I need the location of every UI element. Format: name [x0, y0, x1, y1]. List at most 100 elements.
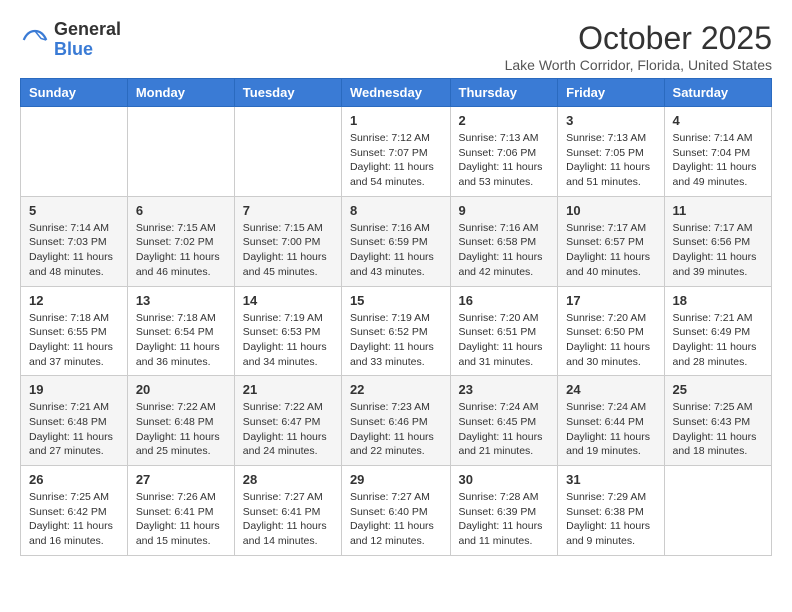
day-number: 9: [459, 203, 550, 218]
day-info: Sunrise: 7:21 AM Sunset: 6:48 PM Dayligh…: [29, 400, 119, 459]
day-number: 22: [350, 382, 442, 397]
day-info: Sunrise: 7:19 AM Sunset: 6:53 PM Dayligh…: [243, 311, 333, 370]
day-info: Sunrise: 7:15 AM Sunset: 7:00 PM Dayligh…: [243, 221, 333, 280]
logo: General Blue: [20, 20, 121, 60]
day-number: 21: [243, 382, 333, 397]
calendar-cell: 5 Sunrise: 7:14 AM Sunset: 7:03 PM Daylig…: [21, 196, 128, 286]
day-number: 8: [350, 203, 442, 218]
calendar-cell: [127, 107, 234, 197]
calendar-header-row: SundayMondayTuesdayWednesdayThursdayFrid…: [21, 79, 772, 107]
day-number: 14: [243, 293, 333, 308]
day-number: 11: [673, 203, 763, 218]
day-number: 15: [350, 293, 442, 308]
calendar-cell: 30 Sunrise: 7:28 AM Sunset: 6:39 PM Dayli…: [450, 466, 558, 556]
column-header-tuesday: Tuesday: [234, 79, 341, 107]
day-info: Sunrise: 7:22 AM Sunset: 6:47 PM Dayligh…: [243, 400, 333, 459]
calendar-cell: 21 Sunrise: 7:22 AM Sunset: 6:47 PM Dayli…: [234, 376, 341, 466]
day-info: Sunrise: 7:19 AM Sunset: 6:52 PM Dayligh…: [350, 311, 442, 370]
day-info: Sunrise: 7:21 AM Sunset: 6:49 PM Dayligh…: [673, 311, 763, 370]
day-info: Sunrise: 7:20 AM Sunset: 6:50 PM Dayligh…: [566, 311, 655, 370]
title-block: October 2025 Lake Worth Corridor, Florid…: [505, 20, 772, 73]
column-header-wednesday: Wednesday: [341, 79, 450, 107]
calendar-cell: 3 Sunrise: 7:13 AM Sunset: 7:05 PM Daylig…: [558, 107, 664, 197]
day-number: 29: [350, 472, 442, 487]
day-info: Sunrise: 7:26 AM Sunset: 6:41 PM Dayligh…: [136, 490, 226, 549]
logo-icon: [20, 25, 50, 55]
calendar-cell: 10 Sunrise: 7:17 AM Sunset: 6:57 PM Dayli…: [558, 196, 664, 286]
calendar-cell: 24Sunrise: 7:24 AM Sunset: 6:44 PM Dayli…: [558, 376, 664, 466]
day-info: Sunrise: 7:13 AM Sunset: 7:05 PM Dayligh…: [566, 131, 655, 190]
day-number: 1: [350, 113, 442, 128]
calendar-week-row: 12Sunrise: 7:18 AM Sunset: 6:55 PM Dayli…: [21, 286, 772, 376]
day-number: 28: [243, 472, 333, 487]
day-number: 2: [459, 113, 550, 128]
day-info: Sunrise: 7:20 AM Sunset: 6:51 PM Dayligh…: [459, 311, 550, 370]
day-number: 16: [459, 293, 550, 308]
day-info: Sunrise: 7:12 AM Sunset: 7:07 PM Dayligh…: [350, 131, 442, 190]
day-number: 4: [673, 113, 763, 128]
calendar-cell: 13 Sunrise: 7:18 AM Sunset: 6:54 PM Dayli…: [127, 286, 234, 376]
page-header: General Blue October 2025 Lake Worth Cor…: [10, 10, 782, 78]
day-info: Sunrise: 7:25 AM Sunset: 6:43 PM Dayligh…: [673, 400, 763, 459]
day-number: 3: [566, 113, 655, 128]
day-number: 19: [29, 382, 119, 397]
column-header-monday: Monday: [127, 79, 234, 107]
day-info: Sunrise: 7:14 AM Sunset: 7:03 PM Dayligh…: [29, 221, 119, 280]
calendar-cell: 2Sunrise: 7:13 AM Sunset: 7:06 PM Daylig…: [450, 107, 558, 197]
calendar-cell: 4 Sunrise: 7:14 AM Sunset: 7:04 PM Daylig…: [664, 107, 771, 197]
calendar-cell: 18Sunrise: 7:21 AM Sunset: 6:49 PM Dayli…: [664, 286, 771, 376]
logo-blue: Blue: [54, 40, 121, 60]
calendar-cell: 14 Sunrise: 7:19 AM Sunset: 6:53 PM Dayli…: [234, 286, 341, 376]
calendar-cell: 29 Sunrise: 7:27 AM Sunset: 6:40 PM Dayli…: [341, 466, 450, 556]
day-number: 24: [566, 382, 655, 397]
day-number: 23: [459, 382, 550, 397]
calendar-cell: 20 Sunrise: 7:22 AM Sunset: 6:48 PM Dayli…: [127, 376, 234, 466]
calendar-cell: 26 Sunrise: 7:25 AM Sunset: 6:42 PM Dayli…: [21, 466, 128, 556]
day-info: Sunrise: 7:28 AM Sunset: 6:39 PM Dayligh…: [459, 490, 550, 549]
day-number: 25: [673, 382, 763, 397]
column-header-sunday: Sunday: [21, 79, 128, 107]
day-number: 17: [566, 293, 655, 308]
day-info: Sunrise: 7:15 AM Sunset: 7:02 PM Dayligh…: [136, 221, 226, 280]
month-title: October 2025: [505, 20, 772, 57]
calendar-week-row: 5 Sunrise: 7:14 AM Sunset: 7:03 PM Daylig…: [21, 196, 772, 286]
day-number: 13: [136, 293, 226, 308]
logo-text: General Blue: [54, 20, 121, 60]
calendar-cell: 25 Sunrise: 7:25 AM Sunset: 6:43 PM Dayli…: [664, 376, 771, 466]
day-number: 5: [29, 203, 119, 218]
calendar-week-row: 19 Sunrise: 7:21 AM Sunset: 6:48 PM Dayli…: [21, 376, 772, 466]
day-info: Sunrise: 7:14 AM Sunset: 7:04 PM Dayligh…: [673, 131, 763, 190]
day-info: Sunrise: 7:25 AM Sunset: 6:42 PM Dayligh…: [29, 490, 119, 549]
day-info: Sunrise: 7:16 AM Sunset: 6:59 PM Dayligh…: [350, 221, 442, 280]
column-header-friday: Friday: [558, 79, 664, 107]
calendar-cell: [21, 107, 128, 197]
day-number: 26: [29, 472, 119, 487]
day-number: 7: [243, 203, 333, 218]
day-info: Sunrise: 7:17 AM Sunset: 6:56 PM Dayligh…: [673, 221, 763, 280]
day-number: 10: [566, 203, 655, 218]
column-header-saturday: Saturday: [664, 79, 771, 107]
calendar-cell: 19 Sunrise: 7:21 AM Sunset: 6:48 PM Dayli…: [21, 376, 128, 466]
calendar-cell: 7 Sunrise: 7:15 AM Sunset: 7:00 PM Daylig…: [234, 196, 341, 286]
day-info: Sunrise: 7:24 AM Sunset: 6:45 PM Dayligh…: [459, 400, 550, 459]
calendar-table: SundayMondayTuesdayWednesdayThursdayFrid…: [20, 78, 772, 556]
day-number: 31: [566, 472, 655, 487]
calendar-cell: 12Sunrise: 7:18 AM Sunset: 6:55 PM Dayli…: [21, 286, 128, 376]
calendar-cell: 8 Sunrise: 7:16 AM Sunset: 6:59 PM Daylig…: [341, 196, 450, 286]
calendar-cell: 31Sunrise: 7:29 AM Sunset: 6:38 PM Dayli…: [558, 466, 664, 556]
day-number: 27: [136, 472, 226, 487]
day-number: 12: [29, 293, 119, 308]
day-number: 20: [136, 382, 226, 397]
calendar-cell: 17 Sunrise: 7:20 AM Sunset: 6:50 PM Dayli…: [558, 286, 664, 376]
calendar-cell: 22Sunrise: 7:23 AM Sunset: 6:46 PM Dayli…: [341, 376, 450, 466]
day-info: Sunrise: 7:16 AM Sunset: 6:58 PM Dayligh…: [459, 221, 550, 280]
calendar-week-row: 26 Sunrise: 7:25 AM Sunset: 6:42 PM Dayli…: [21, 466, 772, 556]
day-info: Sunrise: 7:27 AM Sunset: 6:40 PM Dayligh…: [350, 490, 442, 549]
day-number: 30: [459, 472, 550, 487]
day-info: Sunrise: 7:22 AM Sunset: 6:48 PM Dayligh…: [136, 400, 226, 459]
day-info: Sunrise: 7:18 AM Sunset: 6:54 PM Dayligh…: [136, 311, 226, 370]
calendar-cell: 15 Sunrise: 7:19 AM Sunset: 6:52 PM Dayli…: [341, 286, 450, 376]
day-number: 6: [136, 203, 226, 218]
calendar-cell: [234, 107, 341, 197]
day-info: Sunrise: 7:17 AM Sunset: 6:57 PM Dayligh…: [566, 221, 655, 280]
